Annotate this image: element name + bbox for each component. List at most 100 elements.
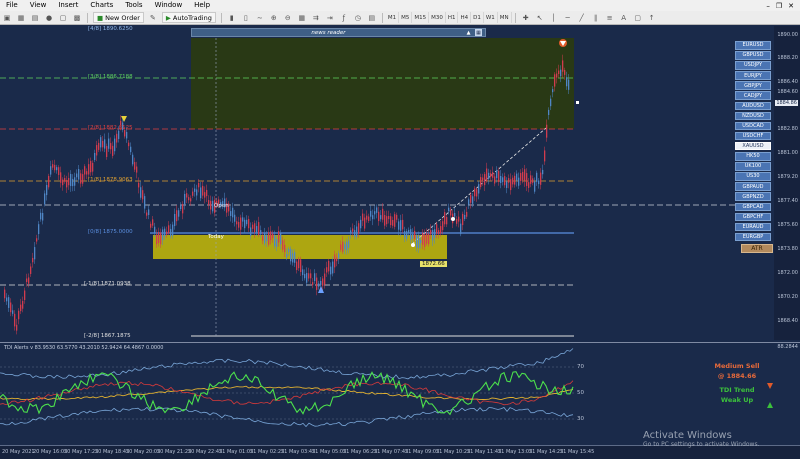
bar-chart-icon[interactable]: ▮ [227, 13, 237, 23]
candle-body [104, 139, 106, 149]
price-axis[interactable]: 1890.00 1888.20 1886.40 1884.60 1882.80 … [774, 26, 800, 340]
tester-icon[interactable]: ▩ [72, 13, 82, 23]
settings-icon[interactable]: ▦ [475, 29, 482, 36]
fib-price: 1878.9063 [102, 177, 133, 183]
timeframe-m30[interactable]: M30 [429, 12, 446, 23]
line-chart-icon[interactable]: ∼ [255, 13, 265, 23]
candle-body [552, 89, 554, 93]
pair-button-nzdusd[interactable]: NZDUSD [735, 111, 771, 121]
pair-button-audusd[interactable]: AUDUSD [735, 101, 771, 111]
timeframe-m5[interactable]: M5 [399, 12, 413, 23]
terminal-icon[interactable]: ▢ [58, 13, 68, 23]
tile-icon[interactable]: ▦ [297, 13, 307, 23]
pair-button-eurjpy[interactable]: EURJPY [735, 71, 771, 80]
pair-button-hk50[interactable]: HK50 [735, 152, 771, 161]
pair-button-cadjpy[interactable]: CADJPY [735, 91, 771, 100]
metaeditor-icon[interactable]: ✎ [148, 13, 158, 23]
timeframe-m1[interactable]: M1 [386, 12, 400, 23]
candle-body [28, 277, 30, 284]
pair-button-us30[interactable]: US30 [735, 172, 771, 181]
close-icon[interactable]: ✕ [788, 2, 794, 10]
candle-body [242, 217, 244, 222]
menu-window[interactable]: Window [149, 0, 189, 11]
navigator-icon[interactable]: ● [44, 13, 54, 23]
market-watch-icon[interactable]: ▤ [30, 13, 40, 23]
candle-body [208, 200, 210, 206]
new-chart-icon[interactable]: ▣ [2, 13, 12, 23]
crosshair-icon[interactable]: ✚ [521, 13, 531, 23]
timeframe-h4[interactable]: H4 [458, 12, 472, 23]
candle-body [456, 218, 458, 224]
price-label: 1884.60 [777, 89, 798, 95]
price-chart[interactable]: [4/8] 1890.6250 [3/8] 1886.7188 [2/8] 18… [0, 26, 800, 445]
tdi-upper-band [0, 348, 574, 380]
profiles-icon[interactable]: ▦ [16, 13, 26, 23]
pair-button-uk100[interactable]: UK100 [735, 162, 771, 171]
zoom-out-icon[interactable]: ⊖ [283, 13, 293, 23]
candle-body [386, 216, 388, 225]
restore-icon[interactable]: ❐ [776, 2, 782, 10]
timeframe-h1[interactable]: H1 [446, 12, 459, 23]
pair-button-gbpcad[interactable]: GBPCAD [735, 202, 771, 211]
candle-chart-icon[interactable]: ▯ [241, 13, 251, 23]
candle-body [94, 152, 96, 161]
arrows-icon[interactable]: ↑ [647, 13, 657, 23]
menu-tools[interactable]: Tools [119, 0, 148, 11]
fibonacci-icon[interactable]: ≡ [605, 13, 615, 23]
cursor-icon[interactable]: ↖ [535, 13, 545, 23]
candle-body [324, 273, 326, 285]
pair-button-usdjpy[interactable]: USDJPY [735, 61, 771, 70]
timeframe-d1[interactable]: D1 [471, 12, 484, 23]
indicators-icon[interactable]: ƒ [339, 13, 349, 23]
collapse-icon[interactable]: ▲ [465, 29, 472, 36]
candle-body [110, 143, 112, 150]
pair-button-eurusd[interactable]: EURUSD [735, 41, 771, 50]
periods-icon[interactable]: ◷ [353, 13, 363, 23]
candle-body [376, 207, 378, 213]
timeframe-w1[interactable]: W1 [484, 12, 498, 23]
menu-help[interactable]: Help [188, 0, 216, 11]
candle-body [426, 233, 428, 244]
tdi-level-label: 70 [577, 364, 584, 370]
timeframe-m15[interactable]: M15 [412, 12, 430, 23]
pair-button-xauusd[interactable]: XAUUSD [735, 141, 771, 151]
pair-button-euraud[interactable]: EURAUD [735, 222, 771, 232]
pair-button-gbpchf[interactable]: GBPCHF [735, 212, 771, 222]
atr-button[interactable]: ATR [741, 244, 773, 254]
minimize-icon[interactable]: – [766, 2, 770, 10]
candle-body [382, 208, 384, 220]
text-icon[interactable]: A [619, 13, 629, 23]
sell-arrow-icon [767, 383, 773, 389]
pair-button-gbpaud[interactable]: GBPAUD [735, 182, 771, 191]
autotrading-button[interactable]: ▶ AutoTrading [161, 12, 216, 23]
vertical-line-icon[interactable]: │ [549, 13, 559, 23]
templates-icon[interactable]: ▤ [367, 13, 377, 23]
chart-shift-icon[interactable]: ⇥ [325, 13, 335, 23]
autoscroll-icon[interactable]: ⇉ [311, 13, 321, 23]
pair-button-usdchf[interactable]: USDCHF [735, 131, 771, 141]
candle-body [554, 74, 556, 87]
candle-body [156, 234, 158, 245]
timeframe-mn[interactable]: MN [498, 12, 512, 23]
label-icon[interactable]: ▢ [633, 13, 643, 23]
trendline-icon[interactable]: ╱ [577, 13, 587, 23]
candle-body [440, 226, 442, 234]
pair-button-gbpusd[interactable]: GBPUSD [735, 51, 771, 60]
pair-button-usdcad[interactable]: USDCAD [735, 121, 771, 131]
pair-button-gbpjpy[interactable]: GBPJPY [735, 81, 771, 90]
pair-button-gbpnzd[interactable]: GBPNZD [735, 192, 771, 201]
menu-file[interactable]: File [0, 0, 24, 11]
zoom-in-icon[interactable]: ⊕ [269, 13, 279, 23]
news-reader-bar[interactable]: news reader ▲ ▦ [191, 28, 486, 37]
candle-body [144, 196, 146, 209]
price-label: 1890.00 [777, 32, 798, 38]
horizontal-line-icon[interactable]: ─ [563, 13, 573, 23]
pair-button-eurgbp[interactable]: EURGBP [735, 232, 771, 242]
new-order-button[interactable]: ■ New Order [93, 12, 144, 23]
candle-body [502, 177, 504, 182]
channel-icon[interactable]: ∥ [591, 13, 601, 23]
menu-view[interactable]: View [24, 0, 53, 11]
candle-body [400, 220, 402, 231]
menu-charts[interactable]: Charts [84, 0, 119, 11]
menu-insert[interactable]: Insert [52, 0, 84, 11]
